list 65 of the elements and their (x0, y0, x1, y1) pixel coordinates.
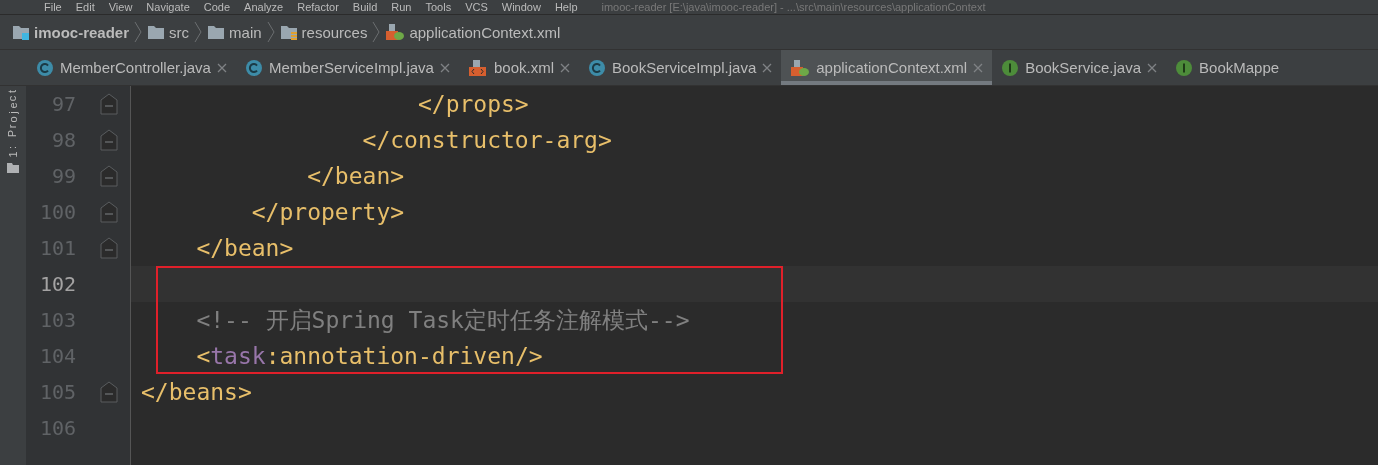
fold-marker-icon[interactable] (100, 165, 118, 187)
class-icon (244, 58, 263, 77)
close-icon[interactable] (1147, 62, 1158, 73)
close-icon[interactable] (560, 62, 570, 73)
folder-icon (207, 24, 226, 40)
menu-item[interactable]: Build (352, 1, 378, 13)
code-line: </property> (250, 199, 405, 225)
breadcrumb-item[interactable]: imooc-reader (12, 23, 130, 41)
close-icon[interactable] (762, 62, 773, 73)
close-icon[interactable] (216, 62, 227, 73)
code-line: </beans> (141, 379, 252, 405)
code-line: <task:annotation-driven/> (195, 343, 543, 369)
editor-tab[interactable]: book.xml (458, 50, 579, 85)
menu-item[interactable]: VCS (465, 1, 488, 13)
menu-item[interactable]: Refactor (297, 1, 339, 13)
editor-tab[interactable]: BookServiceImpl.java (579, 50, 782, 85)
code-line: </props> (416, 91, 529, 117)
class-icon (36, 58, 54, 77)
breadcrumb-item[interactable]: main (207, 23, 262, 41)
editor-tab[interactable]: MemberServiceImpl.java (235, 50, 459, 85)
code-line: <!-- 开启Spring Task定时任务注解模式--> (195, 305, 690, 335)
menu-item[interactable]: Code (203, 1, 231, 13)
menu-item[interactable]: Analyze (244, 1, 284, 13)
breadcrumb-item[interactable]: src (147, 23, 190, 41)
spring-xml-file-icon (385, 23, 406, 41)
menu-item[interactable]: Navigate (146, 1, 190, 13)
breadcrumb-separator-icon (194, 21, 203, 43)
window-title: imooc-reader [E:\java\imooc-reader] - ...\src\main\resources\applicationContext (601, 1, 986, 13)
interface-icon (1001, 58, 1020, 77)
project-folder-icon (12, 24, 30, 40)
breadcrumb-item[interactable]: resources (279, 23, 368, 41)
resources-folder-icon (279, 24, 298, 40)
breadcrumb-separator-icon (266, 21, 275, 43)
fold-marker-icon[interactable] (100, 237, 118, 259)
menu-item[interactable]: Run (391, 1, 412, 13)
fold-marker-icon[interactable] (100, 381, 118, 403)
interface-icon (1175, 58, 1194, 77)
folder-icon[interactable] (6, 162, 20, 174)
folder-icon (147, 24, 166, 40)
fold-marker-icon[interactable] (100, 201, 118, 223)
fold-marker-icon[interactable] (100, 129, 118, 151)
editor-tab[interactable]: BookService.java (992, 50, 1167, 85)
editor-tab[interactable]: MemberController.java (27, 50, 236, 85)
menu-item[interactable]: Window (501, 1, 541, 13)
breadcrumb-item[interactable]: applicationContext.xml (385, 23, 561, 41)
breadcrumb-separator-icon (372, 21, 381, 43)
menu-item[interactable]: Edit (75, 1, 95, 13)
menu-item[interactable]: Tools (425, 1, 452, 13)
code-line: </bean> (195, 235, 294, 261)
project-tool-tab[interactable]: 1: Project (9, 88, 17, 158)
menu-item[interactable]: View (108, 1, 133, 13)
menu-item[interactable]: File (44, 1, 62, 13)
code-line: </bean> (306, 163, 405, 189)
breadcrumb-separator-icon (134, 21, 143, 43)
line-number: 102 (39, 272, 76, 296)
editor-tab[interactable]: BookMappe (1166, 50, 1284, 85)
class-icon (588, 58, 606, 77)
code-line: </constructor-arg> (361, 127, 612, 153)
close-icon[interactable] (439, 62, 450, 73)
menu-item[interactable]: Help (554, 1, 578, 13)
spring-xml-file-icon (790, 58, 811, 77)
xml-file-icon (467, 58, 488, 77)
editor-tab[interactable]: applicationContext.xml (781, 50, 993, 85)
fold-marker-icon[interactable] (100, 93, 118, 115)
close-icon[interactable] (973, 62, 984, 73)
